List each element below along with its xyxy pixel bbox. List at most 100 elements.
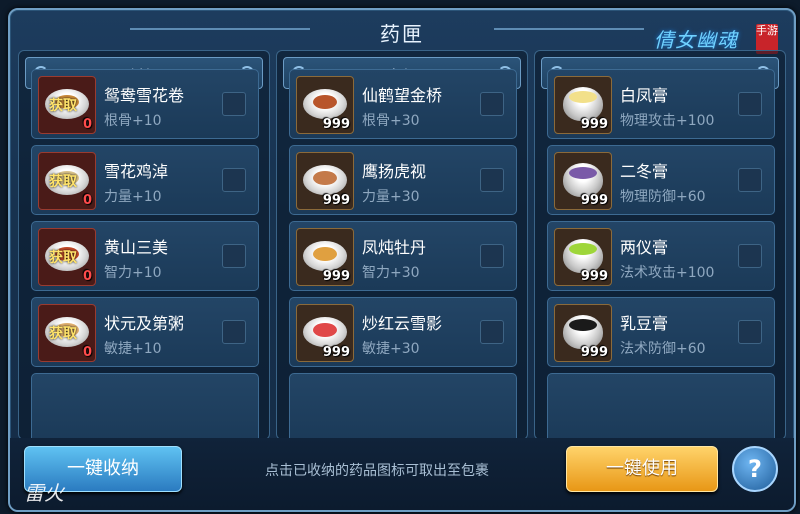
item-count: 0 [82, 269, 92, 284]
item-count: 999 [322, 269, 350, 284]
bowl-icon [563, 239, 603, 273]
item-attribute: 敏捷+10 [104, 341, 162, 357]
medicine-item[interactable]: 获取 0 雪花鸡淖力量+10 [31, 145, 259, 215]
item-count: 999 [580, 345, 608, 360]
column-2: 通用999白凤膏物理攻击+100999二冬膏物理防御+60999两仪膏法术攻击+… [534, 50, 786, 440]
item-checkbox[interactable] [738, 92, 762, 116]
dish-icon [303, 241, 347, 271]
item-name: 鸳鸯雪花卷 [104, 86, 185, 105]
medicine-item[interactable]: 999 乳豆膏法术防御+60 [547, 297, 775, 367]
use-all-button[interactable]: 一键使用 [566, 446, 718, 492]
item-count: 999 [580, 269, 608, 284]
hint-text: 点击已收纳的药品图标可取出至包裹 [265, 463, 489, 479]
medicine-item-partial[interactable] [547, 373, 775, 439]
medicine-box-window: 药匣 倩女幽魂 手游 低级获取0鸳鸯雪花卷根骨+10获取0雪花鸡淖力量+10获取… [8, 8, 796, 512]
medicine-item-partial[interactable] [289, 373, 517, 439]
item-checkbox[interactable] [222, 244, 246, 268]
item-count: 0 [82, 193, 92, 208]
medicine-icon[interactable]: 999 [554, 304, 612, 362]
watermark: 雷火 [24, 481, 64, 505]
medicine-icon[interactable]: 999 [554, 152, 612, 210]
item-checkbox[interactable] [480, 168, 504, 192]
item-checkbox[interactable] [222, 168, 246, 192]
item-checkbox[interactable] [738, 168, 762, 192]
item-name: 两仪膏 [620, 238, 669, 257]
food-shape [313, 323, 337, 337]
item-name: 仙鹤望金桥 [362, 86, 443, 105]
bowl-icon [563, 163, 603, 197]
item-name: 白凤膏 [620, 86, 669, 105]
item-checkbox[interactable] [222, 92, 246, 116]
item-checkbox[interactable] [738, 244, 762, 268]
food-shape [569, 243, 597, 255]
medicine-icon[interactable]: 999 [554, 228, 612, 286]
item-attribute: 智力+30 [362, 265, 420, 281]
medicine-item[interactable]: 获取 0 鸳鸯雪花卷根骨+10 [31, 69, 259, 139]
bottom-bar: 一键收纳 点击已收纳的药品图标可取出至包裹 一键使用 ? 雷火 [10, 438, 794, 510]
item-attribute: 根骨+10 [104, 113, 162, 129]
item-name: 状元及第粥 [104, 314, 185, 333]
medicine-item[interactable]: 999 凤炖牡丹智力+30 [289, 221, 517, 291]
get-tag: 获取 [49, 326, 77, 342]
bowl-icon [563, 87, 603, 121]
medicine-item[interactable]: 999 二冬膏物理防御+60 [547, 145, 775, 215]
item-checkbox[interactable] [480, 244, 504, 268]
dish-icon [303, 89, 347, 119]
item-count: 0 [82, 345, 92, 360]
item-count: 999 [580, 117, 608, 132]
medicine-item[interactable]: 获取 0 状元及第粥敏捷+10 [31, 297, 259, 367]
item-name: 乳豆膏 [620, 314, 669, 333]
medicine-icon[interactable]: 999 [296, 228, 354, 286]
medicine-item[interactable]: 999 白凤膏 物理攻击+100 [547, 69, 775, 139]
item-name: 炒红云雪影 [362, 314, 443, 333]
item-count: 999 [580, 193, 608, 208]
item-attribute: 智力+10 [104, 265, 162, 281]
item-checkbox[interactable] [738, 320, 762, 344]
medicine-icon[interactable]: 获取 0 [38, 228, 96, 286]
food-shape [569, 319, 597, 331]
item-attribute: 力量+10 [104, 189, 162, 205]
medicine-item[interactable]: 999 仙鹤望金桥根骨+30 [289, 69, 517, 139]
medicine-icon[interactable]: 999 [296, 152, 354, 210]
item-count: 999 [322, 345, 350, 360]
medicine-item-partial[interactable] [31, 373, 259, 439]
dish-icon [303, 165, 347, 195]
item-checkbox[interactable] [480, 92, 504, 116]
medicine-item[interactable]: 999 两仪膏 法术攻击+100 [547, 221, 775, 291]
logo-text: 倩女幽魂 [654, 28, 738, 52]
medicine-icon[interactable]: 999 [296, 304, 354, 362]
food-shape [313, 171, 337, 185]
item-count: 0 [82, 117, 92, 132]
item-count: 999 [322, 193, 350, 208]
medicine-icon[interactable]: 获取 0 [38, 76, 96, 134]
help-button[interactable]: ? [732, 446, 778, 492]
get-tag: 获取 [49, 98, 77, 114]
dish-icon [303, 317, 347, 347]
food-shape [569, 91, 597, 103]
item-attribute: 物理防御+60 [620, 189, 706, 205]
column-1: 高级999仙鹤望金桥根骨+30999鹰扬虎视力量+30999凤炖牡丹智力+309… [276, 50, 528, 440]
medicine-icon[interactable]: 999 [554, 76, 612, 134]
medicine-icon[interactable]: 获取 0 [38, 304, 96, 362]
item-checkbox[interactable] [480, 320, 504, 344]
item-name: 雪花鸡淖 [104, 162, 169, 181]
food-shape [313, 247, 337, 261]
medicine-item[interactable]: 999 炒红云雪影敏捷+30 [289, 297, 517, 367]
item-checkbox[interactable] [222, 320, 246, 344]
medicine-icon[interactable]: 获取 0 [38, 152, 96, 210]
get-tag: 获取 [49, 250, 77, 266]
item-name: 凤炖牡丹 [362, 238, 427, 257]
get-tag: 获取 [49, 174, 77, 190]
item-attribute: 敏捷+30 [362, 341, 420, 357]
bowl-icon [563, 315, 603, 349]
item-attribute: 法术防御+60 [620, 341, 706, 357]
column-0: 低级获取0鸳鸯雪花卷根骨+10获取0雪花鸡淖力量+10获取0黄山三美智力+10获… [18, 50, 270, 440]
medicine-item[interactable]: 获取 0 黄山三美 智力+10 [31, 221, 259, 291]
medicine-icon[interactable]: 999 [296, 76, 354, 134]
item-attribute: 根骨+30 [362, 113, 420, 129]
medicine-item[interactable]: 999 鹰扬虎视 力量+30 [289, 145, 517, 215]
item-count: 999 [322, 117, 350, 132]
item-attribute: 力量+30 [362, 189, 420, 205]
item-name: 二冬膏 [620, 162, 669, 181]
food-shape [313, 95, 337, 109]
